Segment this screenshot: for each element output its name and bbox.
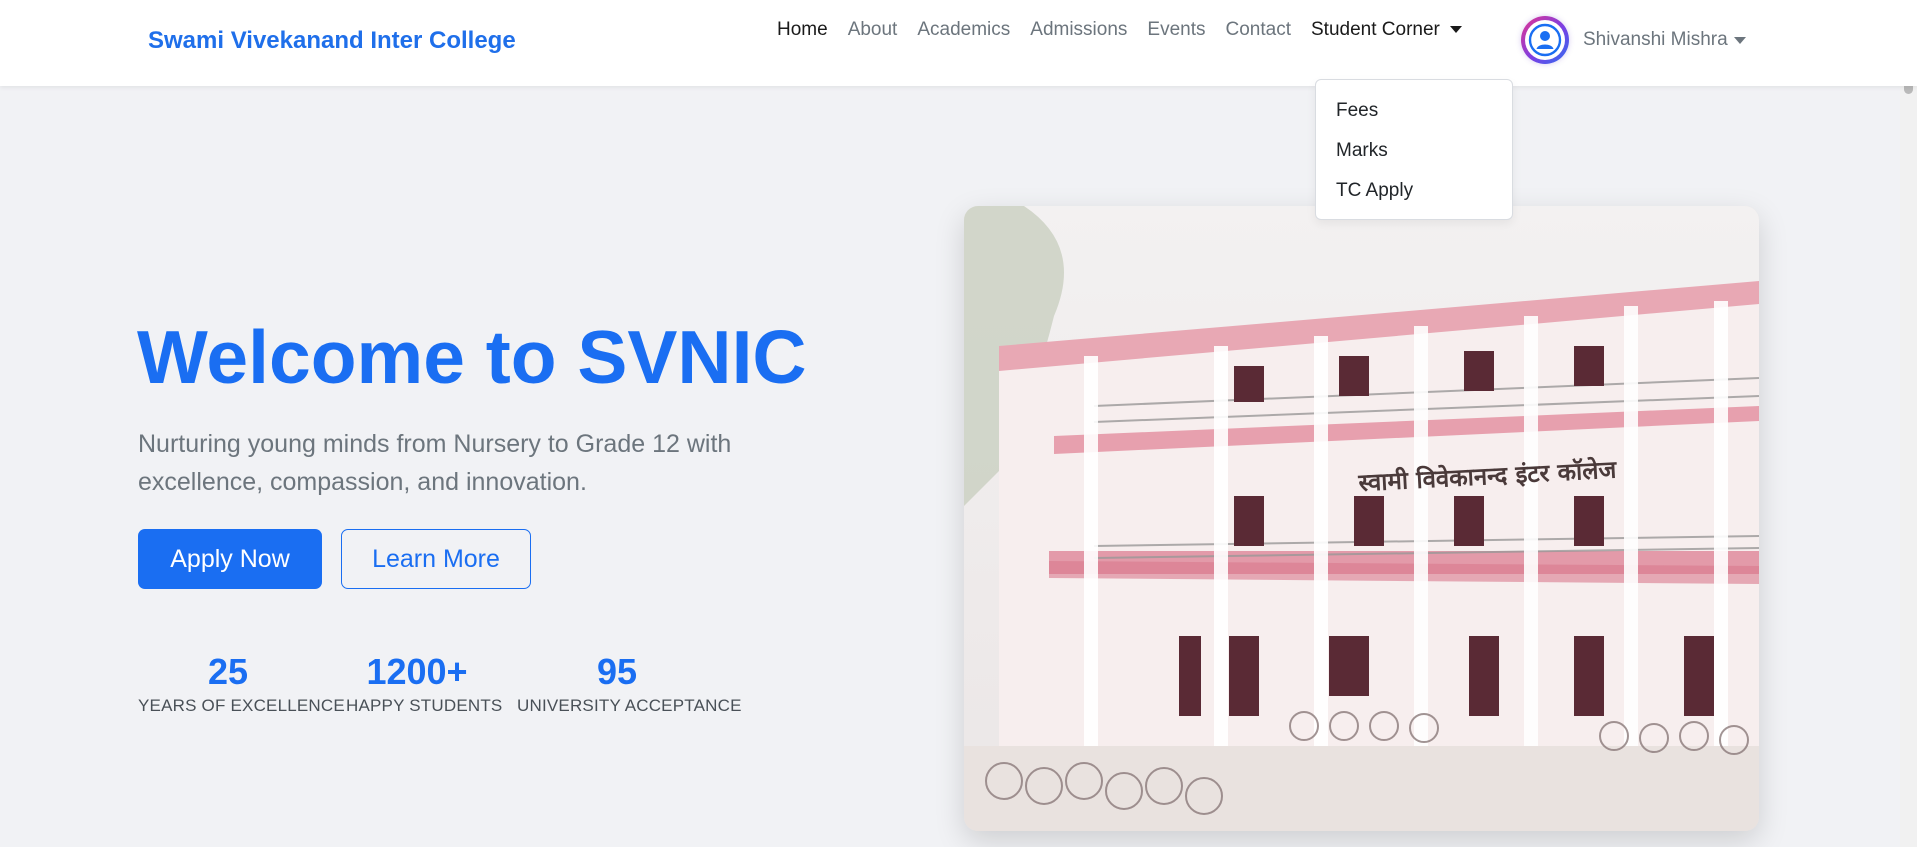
profile-name: Shivanshi Mishra [1583, 29, 1728, 50]
apply-now-button[interactable]: Apply Now [138, 529, 322, 589]
nav-events[interactable]: Events [1147, 19, 1205, 41]
nav-admissions[interactable]: Admissions [1030, 19, 1127, 41]
nav-about[interactable]: About [848, 19, 898, 41]
college-building-image: स्वामी विवेकानन्द इंटर कॉलेज [964, 206, 1759, 831]
nav-academics[interactable]: Academics [917, 19, 1010, 41]
dropdown-item-marks[interactable]: Marks [1316, 136, 1512, 176]
stat-students: 1200+ HAPPY STUDENTS [346, 651, 503, 716]
stat-value: 95 [596, 651, 638, 692]
stat-label: UNIVERSITY ACCEPTANCE [517, 696, 742, 715]
stat-value: 1200+ [366, 651, 468, 692]
learn-more-button[interactable]: Learn More [341, 529, 531, 589]
nav-student-corner-label: Student Corner [1311, 19, 1440, 40]
top-navbar: Swami Vivekanand Inter College Home Abou… [0, 0, 1917, 86]
stat-years: 25 YEARS OF EXCELLENCE [138, 651, 345, 716]
avatar [1521, 16, 1569, 64]
hero-title: Welcome to SVNIC [137, 315, 807, 399]
hero-subtitle: Nurturing young minds from Nursery to Gr… [138, 430, 732, 496]
page-scrollbar[interactable] [1900, 0, 1917, 847]
nav-home[interactable]: Home [777, 19, 828, 41]
nav-contact[interactable]: Contact [1226, 19, 1291, 41]
stat-label: YEARS OF EXCELLENCE [138, 696, 345, 715]
nav-student-corner-toggle[interactable]: Student Corner [1311, 19, 1462, 41]
profile-dropdown-toggle[interactable]: Shivanshi Mishra [1521, 14, 1746, 66]
nav-links: Home About Academics Admissions Events C… [777, 17, 1482, 43]
caret-down-icon [1733, 36, 1746, 44]
brand-logo-link[interactable]: Swami Vivekanand Inter College [148, 27, 516, 55]
dropdown-item-tc-apply[interactable]: TC Apply [1316, 176, 1512, 216]
stat-label: HAPPY STUDENTS [346, 696, 503, 715]
stat-value: 25 [207, 651, 249, 692]
dropdown-item-fees[interactable]: Fees [1316, 96, 1512, 136]
caret-down-icon [1449, 26, 1462, 34]
stat-acceptance: 95 UNIVERSITY ACCEPTANCE [517, 651, 742, 716]
user-avatar-icon [1525, 20, 1565, 60]
student-corner-dropdown-menu: Fees Marks TC Apply [1315, 79, 1513, 220]
